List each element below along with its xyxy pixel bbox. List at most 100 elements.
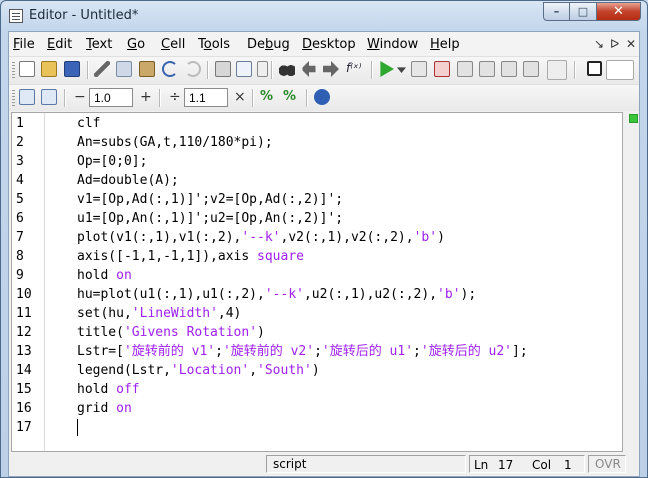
breakpoint-clear-icon[interactable]: [434, 61, 450, 77]
redo-icon[interactable]: [185, 61, 201, 77]
paste-icon[interactable]: [139, 61, 155, 77]
run-dropdown-icon[interactable]: [397, 67, 406, 73]
code-line[interactable]: 8 axis([-1,1,-1,1]),axis square: [12, 247, 612, 266]
code-text: hold on: [77, 266, 132, 285]
info-icon[interactable]: [314, 89, 330, 105]
code-analyzer-status-icon[interactable]: [629, 114, 638, 123]
step-in-icon[interactable]: [479, 61, 495, 77]
menu-go[interactable]: Go: [127, 37, 145, 52]
code-text: Lstr=['旋转前的 v1';'旋转前的 v2';'旋转后的 u1';'旋转后…: [77, 342, 528, 361]
code-line[interactable]: 10 hu=plot(u1(:,1),u1(:,2),'--k',u2(:,1),…: [12, 285, 612, 304]
copy-icon[interactable]: [116, 61, 132, 77]
cut-icon[interactable]: [94, 61, 110, 77]
back-arrow-icon[interactable]: [301, 61, 317, 77]
code-line[interactable]: 9 hold on: [12, 266, 612, 285]
code-token: hold: [77, 382, 117, 397]
code-token: grid: [77, 401, 117, 416]
cell-percent-dropdown-icon[interactable]: %: [283, 89, 299, 105]
toolbar-grip[interactable]: [12, 90, 15, 106]
dock-window-icon[interactable]: [587, 61, 602, 76]
scale-value-input[interactable]: [184, 88, 228, 107]
editor-client-area: ↘ ᐅ ✕ File Edit Text Go Cell Tools Debug Deskto…: [8, 31, 640, 477]
code-text: v1=[Op,Ad(:,1)]';v2=[Op,Ad(:,2)]';: [77, 190, 343, 209]
line-value: 17: [498, 458, 514, 472]
code-line[interactable]: 4 Ad=double(A);: [12, 171, 612, 190]
code-line[interactable]: 11 set(hu,'LineWidth',4): [12, 304, 612, 323]
menu-edit[interactable]: Edit: [47, 37, 72, 52]
breakpoint-set-icon[interactable]: [411, 61, 427, 77]
menu-tools[interactable]: Tools: [198, 37, 230, 52]
toolbar-grip[interactable]: [12, 62, 15, 78]
toolbar-separator: [271, 61, 273, 79]
status-mode: script: [266, 455, 466, 473]
dock-arrow-icon[interactable]: ᐅ: [610, 37, 619, 51]
multiply-button[interactable]: ×: [234, 89, 246, 105]
increment-button[interactable]: +: [140, 89, 152, 105]
undock-icon[interactable]: ↘: [594, 37, 604, 51]
binoculars-find-icon[interactable]: [279, 61, 295, 77]
line-number: 2: [16, 135, 24, 150]
code-token: ,v2(:,1),v2(:,2),: [280, 230, 414, 245]
minimize-button[interactable]: –: [543, 2, 570, 21]
string-token: '--k': [241, 230, 281, 245]
menu-text[interactable]: Text: [86, 37, 112, 52]
new-file-icon[interactable]: [19, 61, 35, 77]
code-line[interactable]: 16 grid on: [12, 399, 612, 418]
code-line[interactable]: 13 Lstr=['旋转前的 v1';'旋转前的 v2';'旋转后的 u1';'旋…: [12, 342, 612, 361]
text-cursor: [77, 419, 78, 436]
maximize-button[interactable]: □: [570, 2, 597, 21]
code-line[interactable]: 5 v1=[Op,Ad(:,1)]';v2=[Op,Ad(:,2)]';: [12, 190, 612, 209]
code-line[interactable]: 6 u1=[Op,An(:,1)]';u2=[Op,An(:,2)]';: [12, 209, 612, 228]
save-icon[interactable]: [64, 61, 80, 77]
continue-icon[interactable]: [523, 61, 539, 77]
decrement-button[interactable]: −: [74, 89, 86, 105]
code-line[interactable]: 14 legend(Lstr,'Location','South'): [12, 361, 612, 380]
menu-desktop[interactable]: Desktop: [302, 37, 356, 52]
print-icon[interactable]: [215, 61, 231, 77]
cell-percent-icon[interactable]: %: [260, 89, 276, 105]
open-folder-icon[interactable]: [41, 61, 57, 77]
code-line[interactable]: 3 Op=[0;0];: [12, 152, 612, 171]
cell-insert-icon[interactable]: [19, 89, 35, 105]
cell-evaluate-icon[interactable]: [41, 89, 57, 105]
code-editor[interactable]: 1 clf 2 An=subs(GA,t,110/180*pi); 3 Op=[0;0];…: [11, 112, 623, 452]
code-line[interactable]: 7 plot(v1(:,1),v1(:,2),'--k',v2(:,1),v2(:…: [12, 228, 612, 247]
layout-dropdown-icon[interactable]: [606, 60, 634, 80]
line-number: 9: [16, 268, 24, 283]
menu-help[interactable]: Help: [430, 37, 460, 52]
menu-cell[interactable]: Cell: [161, 37, 185, 52]
run-icon[interactable]: [380, 61, 394, 77]
string-token: square: [257, 249, 304, 264]
string-token: 'b': [413, 230, 438, 245]
line-number: 17: [16, 420, 32, 435]
menu-debug[interactable]: Debug: [247, 37, 290, 52]
find-files-icon[interactable]: [236, 61, 252, 77]
line-number: 16: [16, 401, 32, 416]
step-out-icon[interactable]: [501, 61, 517, 77]
divide-button[interactable]: ÷: [169, 89, 181, 105]
column-label: Col: [532, 458, 552, 472]
step-icon[interactable]: [457, 61, 473, 77]
code-text: grid on: [77, 399, 132, 418]
code-token: ;: [314, 344, 322, 359]
code-token: ): [437, 230, 445, 245]
code-line[interactable]: 12 title('Givens Rotation'): [12, 323, 612, 342]
undo-icon[interactable]: [162, 61, 178, 77]
line-number: 6: [16, 211, 24, 226]
close-button[interactable]: ✕: [597, 2, 641, 21]
code-line[interactable]: 17: [12, 418, 612, 437]
increment-value-input[interactable]: [89, 88, 133, 107]
forward-arrow-icon[interactable]: [323, 61, 339, 77]
menu-window[interactable]: Window: [367, 37, 418, 52]
function-fx-icon[interactable]: f⁽ˣ⁾: [346, 61, 368, 77]
string-token: 'South': [257, 363, 312, 378]
title-bar[interactable]: Editor - Untitled* – □ ✕: [1, 1, 647, 31]
code-line[interactable]: 1 clf: [12, 114, 612, 133]
menu-file[interactable]: File: [13, 37, 35, 52]
dropdown-arrow-icon[interactable]: [257, 61, 268, 77]
code-line[interactable]: 15 hold off: [12, 380, 612, 399]
stack-dropdown-icon[interactable]: [547, 60, 567, 80]
code-token: u1=[Op,An(:,1)]';u2=[Op,An(:,2)]';: [77, 211, 344, 226]
code-line[interactable]: 2 An=subs(GA,t,110/180*pi);: [12, 133, 612, 152]
close-doc-icon[interactable]: ✕: [626, 37, 636, 51]
